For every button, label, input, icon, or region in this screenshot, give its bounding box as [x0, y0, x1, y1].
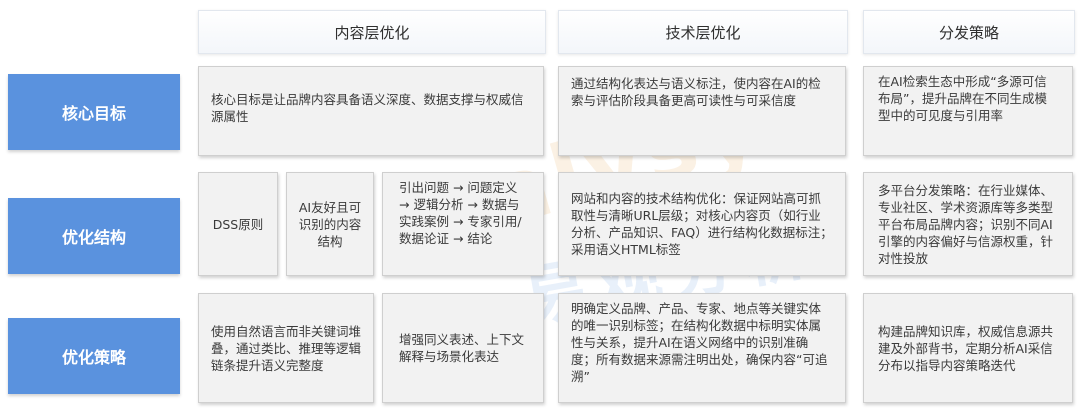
cell-content-goal: 核心目标是让品牌内容具备语义深度、数据支撑与权威信源属性: [198, 66, 544, 156]
cell-dist-goal: 在AI检索生态中形成“多源可信布局”，提升品牌在不同生成模型中的可见度与引用率: [863, 66, 1073, 156]
row-label-strategy: 优化策略: [8, 318, 180, 394]
cell-content-structure-ai-friendly: AI友好且可识别的内容结构: [286, 172, 374, 276]
cell-dist-structure: 多平台分发策略：在行业媒体、专业社区、学术资源库等多类型平台布局品牌内容；识别不…: [863, 172, 1073, 276]
cell-content-structure-flow: 引出问题 → 问题定义 → 逻辑分析 → 数据与实践案例 → 专家引用/数据论证…: [382, 172, 544, 276]
cell-tech-goal: 通过结构化表达与语义标注，使内容在AI的检索与评估阶段具备更高可读性与可采信度: [558, 66, 846, 156]
cell-content-strategy-synonyms: 增强同义表述、上下文解释与场景化表达: [382, 293, 544, 403]
cell-content-structure-dss: DSS原则: [198, 172, 278, 276]
row-label-structure: 优化结构: [8, 198, 180, 274]
row-label-core-goal: 核心目标: [8, 74, 180, 150]
header-distribution: 分发策略: [863, 10, 1075, 54]
cell-dist-strategy: 构建品牌知识库，权威信息源共建及外部背书，定期分析AI采信分布以指导内容策略迭代: [863, 293, 1073, 403]
header-tech-layer: 技术层优化: [558, 10, 848, 54]
header-content-layer: 内容层优化: [198, 10, 546, 54]
cell-content-strategy-natural-language: 使用自然语言而非关键词堆叠，通过类比、推理等逻辑链条提升语义完整度: [198, 293, 374, 403]
cell-tech-strategy: 明确定义品牌、产品、专家、地点等关键实体的唯一识别标签；在结构化数据中标明实体属…: [558, 293, 846, 403]
cell-tech-structure: 网站和内容的技术结构优化：保证网站高可抓取性与清晰URL层级；对核心内容页（如行…: [558, 172, 846, 276]
